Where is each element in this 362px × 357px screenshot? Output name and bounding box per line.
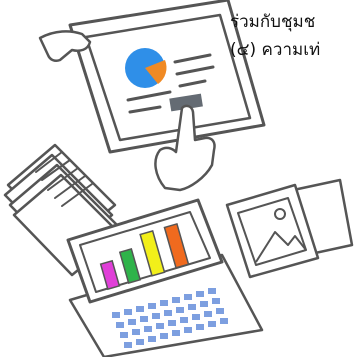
heading-line-1: ร่วมกับชุมช <box>230 12 316 32</box>
heading-line-2: (๔) ความเท่ <box>230 40 321 60</box>
photo-prints <box>225 178 354 279</box>
